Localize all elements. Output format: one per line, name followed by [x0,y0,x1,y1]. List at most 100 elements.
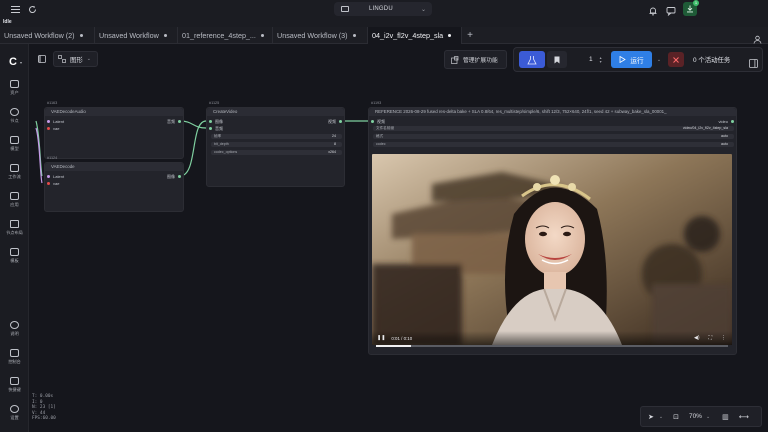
sidebar-item-console[interactable]: 控制台 [0,349,29,365]
node-vae-decode-audio[interactable]: #1163 VAEDecodeAudio Latent vae 音频 [44,101,184,159]
sidebar-item-workflows[interactable]: 工作流 [0,164,29,180]
fit-view-icon[interactable]: ⊡ [673,413,679,421]
terminal-icon [10,349,19,357]
link-visibility-icon[interactable]: ⟷ [739,413,749,421]
node-icon [10,108,19,116]
pointer-tool-button[interactable]: ➤ [648,413,654,421]
widget-bit-depth[interactable]: bit_depth 8 [211,142,342,147]
more-options-icon[interactable]: ⋮ [721,335,726,341]
video-progress-track[interactable] [376,345,728,347]
sidebar-item-layout[interactable]: 节点布局 [0,220,29,236]
chevron-down-icon: ▾ [20,60,23,65]
widget-format[interactable]: 格式 auto [373,134,734,139]
input-port-vae[interactable]: vae [47,126,59,131]
sidebar-item-templates[interactable]: 模板 [0,248,29,264]
pause-icon[interactable]: ❚❚ [377,335,385,341]
extension-icon [451,55,459,64]
node-id: #1124 [47,156,58,160]
sidebar-item-apps[interactable]: 应用 [0,192,29,208]
chevron-down-icon[interactable]: ⌄ [706,414,710,420]
widget-codec-options[interactable]: codec_options x264 [211,150,342,155]
active-tasks-label[interactable]: 0 个活动任务 [693,55,730,64]
refresh-icon[interactable] [25,2,39,16]
output-port-image[interactable]: 图像 [167,174,181,180]
video-frame-illustration [372,154,732,345]
download-button[interactable]: 1 [683,0,699,16]
manage-extensions-button[interactable]: 管理扩展功能 [444,50,507,69]
input-port-latent[interactable]: Latent [47,174,64,179]
node-title: CreateVideo [207,108,344,116]
render-stats: T: 0.00s I: 0 N: 23 [1] V: 44 FPS:60.00 [32,394,56,422]
output-port-video[interactable]: video [718,119,734,124]
input-port-audio[interactable]: 音频 [209,126,223,132]
flask-icon [527,55,537,64]
stepper-arrows-icon[interactable]: ▴ ▾ [600,55,602,64]
output-port-audio[interactable]: 音频 [167,119,181,125]
download-icon [687,5,693,13]
gear-icon [10,405,19,413]
app-icon [10,192,19,200]
volume-icon[interactable]: ◀) [694,335,700,341]
app-title-selector[interactable]: LINGDU ⌄ [334,2,432,16]
sidebar-item-help[interactable]: 说明 [0,321,29,337]
tab-unsaved-workflow-2[interactable]: Unsaved Workflow (2) [0,27,95,44]
sidebar-item-assets[interactable]: 资产 [0,80,29,96]
minimap-icon[interactable]: ▥ [722,413,729,421]
widget-filename-prefix[interactable]: 文件名前缀 video/04_i2v_fl2v_4step_sla [373,126,734,131]
video-preview[interactable] [372,154,732,345]
sidebar-item-settings[interactable]: 设置 [0,405,29,421]
tab-01-reference[interactable]: 01_reference_4step_... [178,27,273,44]
app-logo[interactable]: C [9,56,17,68]
canvas-bottom-toolbar: ➤ ⌄ ⊡ 70% ⌄ ▥ ⟷ [640,406,762,427]
run-button[interactable]: 运行 [611,51,652,68]
widget-codec[interactable]: codec auto [373,142,734,147]
tab-04-i2v[interactable]: 04_i2v_fl2v_4step_sla [368,27,462,44]
node-create-video[interactable]: #1125 CreateVideo 图像 音频 视频 帧率 24 bit_dept… [206,101,345,187]
panel-toggle-button[interactable] [34,51,50,67]
zoom-level[interactable]: 70% [689,413,702,420]
bookmark-button[interactable] [547,51,567,68]
add-tab-button[interactable]: + [462,27,478,44]
view-mode-select[interactable]: 图形 ⌄ [53,51,98,67]
node-vae-decode[interactable]: #1124 VAEDecode Latent vae 图像 [44,156,184,212]
fullscreen-icon[interactable]: ⛶ [708,335,712,341]
input-port-video[interactable]: 视频 [371,119,385,125]
menu-icon[interactable] [8,2,22,16]
input-port-image[interactable]: 图像 [209,119,223,125]
model-icon [10,136,19,144]
view-mode-label: 图形 [70,56,83,64]
bell-icon[interactable] [648,3,658,16]
unsaved-dot-icon [79,34,83,37]
video-progress-fill [376,345,412,347]
chevron-down-icon[interactable]: ⌄ [659,414,663,420]
side-panel-toggle[interactable] [749,55,758,68]
sidebar-item-models[interactable]: 模型 [0,136,29,152]
manage-extensions-label: 管理扩展功能 [463,58,498,64]
node-id: #1163 [47,101,58,105]
workflow-icon [10,164,19,172]
tab-unsaved-workflow-3[interactable]: Unsaved Workflow (3) [273,27,368,44]
run-options-button[interactable]: ⌄ [653,51,665,68]
node-id: #1193 [371,101,382,105]
run-mode-button[interactable] [519,51,545,68]
tab-unsaved-workflow[interactable]: Unsaved Workflow [95,27,178,44]
queue-count-stepper[interactable]: 1 ▴ ▾ [584,52,610,67]
tab-label: Unsaved Workflow [99,31,159,40]
video-controls: ❚❚ 0:01 / 0:10 ◀) ⛶ ⋮ [372,331,732,345]
input-port-latent[interactable]: Latent [47,119,64,124]
keyboard-icon [10,377,19,385]
chat-icon[interactable] [666,3,676,17]
user-icon[interactable] [753,31,762,44]
stop-button[interactable] [668,52,684,67]
output-port-video[interactable]: 视频 [328,119,342,125]
run-label: 运行 [630,57,644,65]
image-icon [10,80,19,88]
widget-fps[interactable]: 帧率 24 [211,134,342,139]
input-port-vae[interactable]: vae [47,181,59,186]
node-id: #1125 [209,101,220,105]
workflow-tabs: Unsaved Workflow (2) Unsaved Workflow 01… [0,27,768,44]
node-title: VAEDecode [45,163,183,171]
template-icon [10,248,19,256]
sidebar-item-nodes[interactable]: 节点 [0,108,29,124]
sidebar-item-shortcuts[interactable]: 快捷键 [0,377,29,393]
